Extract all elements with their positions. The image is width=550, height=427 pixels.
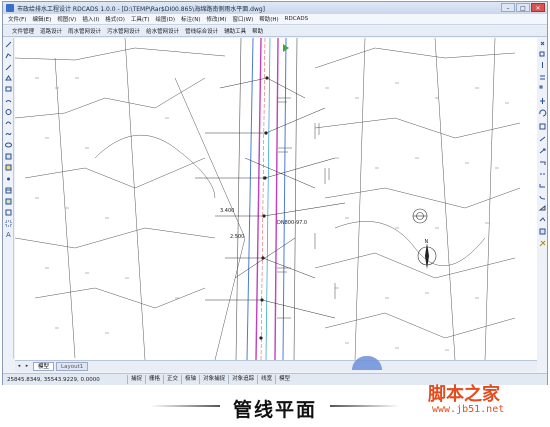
svg-text:2.500: 2.500 [230, 234, 244, 240]
scale-tool-icon[interactable] [539, 123, 546, 130]
polyline-tool-icon[interactable] [5, 53, 12, 59]
menu-edit[interactable]: 编辑(E) [29, 15, 54, 23]
rectangle-tool-icon[interactable] [5, 86, 12, 92]
extend-tool-icon[interactable] [540, 161, 546, 165]
svg-text:N: N [425, 239, 429, 245]
tab-scroll-left[interactable]: ◂ [15, 363, 23, 369]
drawing-svg: 3.400 2.500 DN800-97.0 N [15, 38, 521, 360]
ribbon-tab-help[interactable]: 帮助 [249, 27, 266, 35]
svg-text:3.400: 3.400 [220, 208, 234, 214]
match-properties-icon[interactable] [539, 240, 546, 247]
label-ticks [277, 97, 336, 319]
stretch-tool-icon[interactable] [539, 136, 546, 142]
text-tool-icon[interactable]: A [6, 231, 11, 239]
cursor-coordinates: 25845.8349, 35543.9229, 0.0000 [7, 376, 100, 383]
ribbon-tab-pipeline-design[interactable]: 管线综合设计 [182, 27, 221, 35]
chamfer-tool-icon[interactable] [539, 184, 545, 188]
leader-lines [195, 77, 346, 319]
table-tool-icon[interactable] [5, 220, 12, 227]
edit-polyline-icon[interactable] [539, 217, 546, 222]
point-tool-icon[interactable] [7, 177, 10, 181]
toggle-grid[interactable]: 栅格 [145, 375, 163, 384]
window-title: 市政给排水工程设计 RDCADS 1.0.0 - [D:\TEMP\Rar$DI… [17, 5, 266, 13]
menu-dimension[interactable]: 标注(N) [178, 15, 203, 23]
app-icon [6, 4, 14, 12]
circle-tool-icon[interactable] [5, 109, 12, 115]
array-tool-icon[interactable] [539, 85, 543, 89]
polygon-tool-icon[interactable] [5, 75, 12, 81]
maximize-button[interactable]: □ [516, 3, 530, 12]
ribbon-tab-storm-design[interactable]: 雨水管网设计 [65, 27, 104, 35]
tab-layout1[interactable]: Layout1 [56, 361, 89, 371]
ribbon-tab-aux-tools[interactable]: 辅助工具 [221, 27, 249, 35]
drawing-canvas[interactable]: 3.400 2.500 DN800-97.0 N [15, 38, 537, 360]
menu-help[interactable]: 帮助(H) [256, 15, 281, 23]
pipe-labels: 3.400 2.500 DN800-97.0 [220, 208, 307, 240]
window-controls: – □ ✕ [501, 3, 545, 12]
right-toolbar-icons [538, 41, 547, 247]
line-tool-icon[interactable] [5, 41, 12, 48]
hatch-tool-icon[interactable] [5, 187, 12, 194]
offset-tool-icon[interactable] [540, 75, 545, 80]
menu-format[interactable]: 格式(O) [102, 15, 128, 23]
right-toolbar [536, 38, 547, 358]
make-block-icon[interactable] [5, 164, 12, 171]
menu-insert[interactable]: 插入(I) [79, 15, 102, 23]
toggle-model[interactable]: 模型 [275, 375, 293, 384]
toggle-ortho[interactable]: 正交 [163, 375, 181, 384]
insert-block-icon[interactable] [5, 153, 12, 160]
hatch-marks [35, 77, 509, 351]
menu-bar: 文件(F) 编辑(E) 视图(V) 插入(I) 格式(O) 工具(T) 绘图(D… [3, 14, 547, 25]
gradient-tool-icon[interactable] [5, 198, 12, 205]
spline-tool-icon[interactable] [5, 132, 12, 136]
menu-rdcads[interactable]: RDCADS [282, 16, 311, 22]
menu-view[interactable]: 视图(V) [54, 15, 79, 23]
app-window: 市政给排水工程设计 RDCADS 1.0.0 - [D:\TEMP\Rar$DI… [2, 1, 548, 385]
explode-tool-icon[interactable] [538, 204, 546, 211]
fillet-tool-icon[interactable] [539, 195, 546, 200]
menu-modify[interactable]: 修改(M) [203, 15, 229, 23]
compass-rose: N [417, 239, 437, 269]
left-toolbar-icons: A [5, 41, 12, 239]
construction-line-icon[interactable] [5, 64, 12, 71]
ribbon-tab-road-design[interactable]: 道路设计 [37, 27, 65, 35]
menu-tools[interactable]: 工具(T) [128, 15, 153, 23]
trim-tool-icon[interactable] [539, 148, 546, 154]
tree-symbol [412, 208, 428, 224]
tab-model[interactable]: 模型 [33, 361, 55, 371]
tab-scroll-right[interactable]: ▸ [23, 363, 31, 369]
toggle-lineweight[interactable]: 线宽 [257, 375, 275, 384]
watermark-title: 脚本之家 [428, 384, 500, 405]
svg-text:DN800-97.0: DN800-97.0 [277, 220, 307, 226]
left-toolbar: A [3, 38, 14, 358]
parcel-lines [15, 38, 521, 360]
move-tool-icon[interactable] [540, 98, 545, 104]
revision-cloud-icon[interactable] [5, 121, 12, 125]
toggle-polar[interactable]: 极轴 [181, 375, 199, 384]
toggle-osnap[interactable]: 对象捕捉 [199, 375, 228, 384]
title-bar: 市政给排水工程设计 RDCADS 1.0.0 - [D:\TEMP\Rar$DI… [3, 2, 547, 14]
road-corridor [235, 38, 298, 360]
copy-tool-icon[interactable] [539, 51, 545, 57]
region-tool-icon[interactable] [5, 209, 12, 216]
minimize-button[interactable]: – [501, 3, 515, 12]
menu-file[interactable]: 文件(F) [5, 15, 29, 23]
arc-tool-icon[interactable] [5, 100, 12, 103]
close-button[interactable]: ✕ [531, 3, 545, 12]
ribbon-tab-water-supply-design[interactable]: 给水管网设计 [143, 27, 182, 35]
erase-tool-icon[interactable] [540, 41, 545, 46]
watermark-url: www.jb51.net [432, 404, 505, 415]
menu-window[interactable]: 窗口(W) [230, 15, 257, 23]
ribbon-bar: 文件管理 道路设计 雨水管网设计 污水管网设计 给水管网设计 管线综合设计 辅助… [3, 26, 547, 37]
layout-tabs: ◂ ▸ 模型 Layout1 [15, 360, 537, 371]
ellipse-tool-icon[interactable] [5, 142, 12, 148]
toggle-otrack[interactable]: 对象追踪 [228, 375, 257, 384]
menu-draw[interactable]: 绘图(D) [153, 15, 179, 23]
properties-icon[interactable] [539, 228, 546, 235]
ribbon-tab-sewage-design[interactable]: 污水管网设计 [104, 27, 143, 35]
rotate-tool-icon[interactable] [539, 109, 547, 117]
ribbon-tab-file-management[interactable]: 文件管理 [9, 27, 37, 35]
toggle-snap[interactable]: 捕捉 [127, 375, 145, 384]
